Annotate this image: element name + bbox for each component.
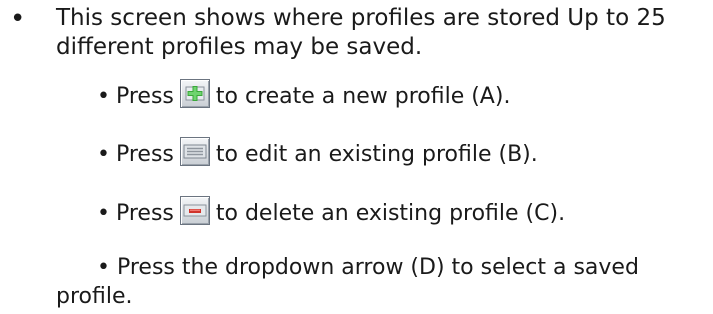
press-word: Press [115,201,174,226]
sub-item-create: • Press to create a new profile (A). [97,78,511,112]
main-bullet-text: This screen shows where profiles are sto… [56,5,666,60]
sub-bullet-marker: • [97,142,110,167]
main-bullet-marker: • [10,4,26,34]
edit-profile-icon [179,136,210,166]
add-profile-icon [179,78,210,108]
press-word: Press [115,84,174,109]
last-bullet-marker: • [97,255,110,280]
instruction-document: • This screen shows where profiles are s… [0,0,713,314]
sub-bullet-marker: • [97,201,110,226]
delete-profile-icon [179,195,210,225]
sub-item-edit: • Press to edit an existing profile (B). [97,136,538,170]
last-item-text: Press the dropdown arrow (D) to select a… [56,255,639,309]
sub-item-delete: • Press to delete an existing profile (C… [97,195,566,229]
sub-item-text: to edit an existing profile (B). [215,142,538,167]
sub-item-text: to delete an existing profile (C). [215,201,566,226]
dropdown-instruction: • Press the dropdown arrow (D) to select… [56,253,706,311]
sub-bullet-marker: • [97,84,110,109]
press-word: Press [115,142,174,167]
sub-item-text: to create a new profile (A). [215,84,511,109]
